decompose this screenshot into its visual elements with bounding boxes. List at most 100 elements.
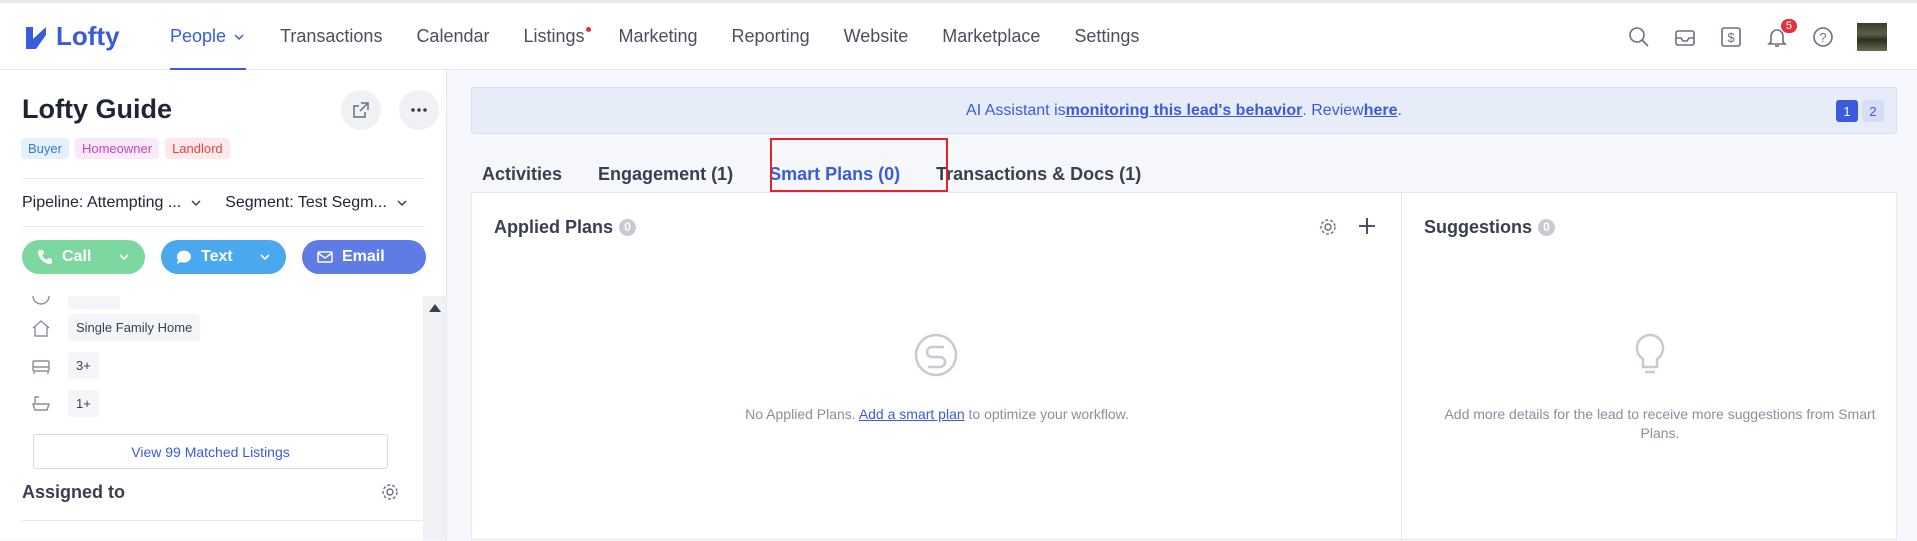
lead-selectors: Pipeline: Attempting ... Segment: Test S… — [22, 194, 409, 212]
applied-plans-title: Applied Plans 0 — [494, 217, 637, 238]
smart-plans-panel: Applied Plans 0 No Applied Plans. Add a … — [471, 192, 1897, 541]
baths-chip: 1+ — [68, 390, 99, 417]
chevron-down-icon[interactable] — [258, 250, 272, 264]
chevron-down-icon — [397, 200, 407, 207]
nav-reporting[interactable]: Reporting — [732, 3, 810, 70]
contact-actions: Call Text Email — [22, 240, 426, 274]
tag-landlord[interactable]: Landlord — [165, 138, 230, 159]
smart-plans-highlight-box — [770, 138, 948, 192]
add-smart-plan-link[interactable]: Add a smart plan — [859, 406, 965, 422]
banner-page-1[interactable]: 1 — [1836, 100, 1858, 122]
segment-label: Segment: Test Segm... — [225, 194, 387, 211]
bathtub-icon — [32, 395, 50, 411]
property-chip-cut-off — [68, 296, 121, 309]
bed-icon — [32, 359, 50, 374]
main-nav: People Transactions Calendar Listings Ma… — [170, 3, 1173, 71]
banner-page-2[interactable]: 2 — [1862, 100, 1884, 122]
applied-plans-section: Applied Plans 0 No Applied Plans. Add a … — [472, 193, 1402, 541]
home-icon — [32, 319, 50, 337]
property-type-row: Single Family Home — [30, 314, 201, 341]
email-label: Email — [342, 248, 385, 265]
assigned-to-heading: Assigned to — [22, 482, 126, 502]
beds-row: 3+ — [30, 352, 99, 379]
gear-icon[interactable] — [380, 482, 400, 502]
nav-listings-label: Listings — [523, 26, 585, 46]
phone-icon — [38, 250, 52, 264]
lead-details-scroll[interactable]: Single Family Home 3+ 1+ — [0, 296, 423, 540]
nav-marketplace-label: Marketplace — [942, 26, 1041, 46]
text-label: Text — [201, 248, 233, 265]
nav-website[interactable]: Website — [844, 3, 909, 70]
scrollbar[interactable] — [423, 296, 446, 540]
notification-badge: 5 — [1780, 19, 1797, 33]
suggestions-count: 0 — [1538, 219, 1556, 236]
ai-assistant-banner: AI Assistant is monitoring this lead's b… — [471, 87, 1897, 134]
tab-engagement[interactable]: Engagement (1) — [598, 150, 733, 198]
more-options-button[interactable] — [399, 90, 439, 130]
nav-listings[interactable]: Listings — [523, 3, 591, 70]
tab-activities[interactable]: Activities — [482, 150, 562, 198]
chevron-down-icon — [191, 200, 201, 207]
nav-transactions[interactable]: Transactions — [280, 3, 382, 70]
banner-middle: . Review — [1302, 101, 1364, 119]
divider — [22, 520, 425, 521]
segment-dropdown[interactable]: Segment: Test Segm... — [225, 194, 409, 212]
nav-people[interactable]: People — [170, 3, 247, 71]
inbox-icon[interactable] — [1673, 25, 1697, 49]
call-button[interactable]: Call — [22, 240, 145, 274]
top-right-icons: $ 5 ? — [1627, 19, 1887, 51]
tag-buyer[interactable]: Buyer — [21, 138, 69, 159]
banner-suffix: . — [1397, 101, 1402, 119]
share-button[interactable] — [341, 90, 381, 130]
pipeline-dropdown[interactable]: Pipeline: Attempting ... — [22, 194, 203, 212]
nav-settings[interactable]: Settings — [1074, 3, 1139, 70]
suggestions-title: Suggestions 0 — [1424, 217, 1556, 238]
pipeline-label: Pipeline: Attempting ... — [22, 194, 182, 211]
call-label: Call — [62, 248, 92, 265]
empty-suffix: to optimize your workflow. — [964, 406, 1129, 422]
search-icon[interactable] — [1627, 25, 1651, 49]
nav-calendar-label: Calendar — [416, 26, 490, 46]
property-type-chip: Single Family Home — [68, 314, 201, 341]
nav-marketing[interactable]: Marketing — [619, 3, 698, 70]
lofty-logo[interactable]: Lofty — [24, 21, 120, 52]
review-here-link[interactable]: here — [1364, 102, 1398, 120]
tag-homeowner[interactable]: Homeowner — [74, 138, 160, 159]
email-button[interactable]: Email — [302, 240, 426, 274]
share-icon — [353, 102, 369, 118]
user-avatar[interactable] — [1857, 23, 1887, 51]
gear-icon[interactable] — [1318, 217, 1338, 237]
dollar-icon[interactable]: $ — [1719, 25, 1743, 49]
scroll-up-arrow[interactable] — [429, 304, 441, 312]
applied-plans-count: 0 — [619, 219, 637, 236]
suggestions-label: Suggestions — [1424, 217, 1533, 237]
text-button[interactable]: Text — [161, 240, 286, 274]
nav-transactions-label: Transactions — [280, 26, 383, 46]
nav-marketing-label: Marketing — [618, 26, 698, 46]
nav-settings-label: Settings — [1074, 26, 1140, 46]
tab-transactions-docs[interactable]: Transactions & Docs (1) — [936, 150, 1141, 198]
add-plan-icon[interactable] — [1356, 215, 1378, 237]
lead-tags: Buyer Homeowner Landlord — [21, 138, 230, 159]
chevron-down-icon[interactable] — [117, 250, 131, 264]
nav-calendar[interactable]: Calendar — [416, 3, 489, 70]
monitoring-behavior-link[interactable]: monitoring this lead's behavior — [1066, 102, 1303, 120]
nav-website-label: Website — [843, 26, 909, 46]
applied-plans-label: Applied Plans — [494, 217, 614, 237]
mail-icon — [317, 251, 333, 263]
new-dot-indicator — [585, 27, 591, 32]
clock-icon — [32, 296, 50, 305]
banner-prefix: AI Assistant is — [966, 101, 1066, 119]
view-matched-listings-button[interactable]: View 99 Matched Listings — [33, 434, 388, 469]
chat-bubble-icon — [176, 250, 191, 264]
property-row-partial — [30, 296, 121, 309]
divider — [22, 178, 425, 179]
nav-marketplace[interactable]: Marketplace — [942, 3, 1040, 70]
empty-prefix: No Applied Plans. — [745, 406, 859, 422]
notification-button[interactable]: 5 — [1765, 19, 1797, 49]
svg-text:?: ? — [1819, 30, 1826, 45]
lead-name: Lofty Guide — [22, 94, 172, 124]
help-icon[interactable]: ? — [1811, 25, 1835, 49]
nav-people-label: People — [170, 26, 227, 46]
lead-profile-panel: Lofty Guide Buyer Homeowner Landlord Pip… — [0, 70, 447, 540]
